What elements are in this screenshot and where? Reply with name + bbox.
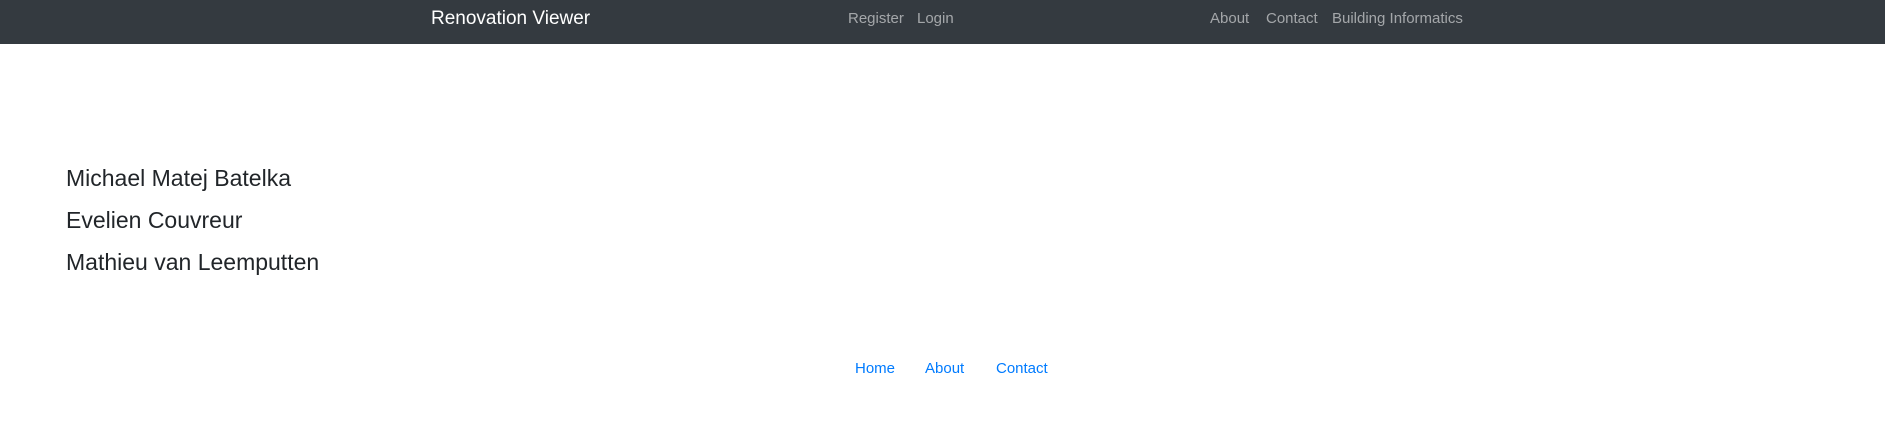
nav-contact-link[interactable]: Contact [1266,0,1318,38]
person-name: Evelien Couvreur [66,207,243,233]
top-navbar: Renovation Viewer Register Login About C… [0,0,1885,44]
brand-link[interactable]: Renovation Viewer [431,0,590,38]
person-name: Michael Matej Batelka [66,165,291,191]
footer-about-link[interactable]: About [925,358,964,380]
main-content: Michael Matej Batelka Evelien Couvreur M… [0,44,1885,429]
register-link[interactable]: Register [848,0,904,38]
nav-building-informatics-link[interactable]: Building Informatics [1332,0,1463,38]
nav-about-link[interactable]: About [1210,0,1249,38]
footer-home-link[interactable]: Home [855,358,895,380]
login-link[interactable]: Login [917,0,954,38]
footer-contact-link[interactable]: Contact [996,358,1048,380]
person-name: Mathieu van Leemputten [66,249,320,275]
